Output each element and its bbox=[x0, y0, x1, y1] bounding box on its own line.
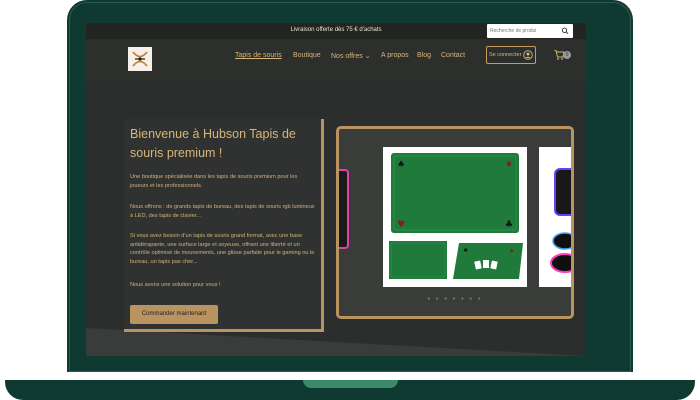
user-icon bbox=[523, 50, 533, 60]
hero-paragraph-1: Une boutique spécialisée dans les tapis … bbox=[130, 174, 298, 189]
slide-rgb-mousepad-left[interactable] bbox=[339, 169, 349, 249]
product-carousel[interactable]: ♠ ♦ ♥ ♣ ♠ ♦ ● ● ● ● ● ● ● bbox=[336, 126, 574, 319]
slide-rgb-mousepad-right[interactable] bbox=[539, 147, 571, 287]
nav-contact[interactable]: Contact bbox=[441, 52, 465, 59]
carousel-pagination[interactable]: ● ● ● ● ● ● ● bbox=[339, 296, 571, 302]
website-screen: Livraison offerte dès 75 € d'achats Tapi… bbox=[86, 23, 586, 356]
cart-button[interactable]: 0 bbox=[554, 48, 574, 62]
nav-nos-offres[interactable]: Nos offres ⌄ bbox=[331, 52, 371, 60]
slide-poker-mousepad[interactable]: ♠ ♦ ♥ ♣ ♠ ♦ bbox=[383, 147, 527, 287]
nav-tapis-de-souris[interactable]: Tapis de souris bbox=[235, 52, 282, 59]
hero-card: Bienvenue à Hubson Tapis de souris premi… bbox=[124, 119, 324, 332]
search-icon bbox=[561, 27, 569, 35]
svg-text:♥: ♥ bbox=[397, 220, 405, 230]
card-table-mat-image: ♠ ♦ ♥ ♣ ♠ ♦ bbox=[389, 153, 523, 279]
brand-logo[interactable] bbox=[128, 47, 152, 71]
logo-icon bbox=[132, 51, 148, 67]
hero-paragraph-4: Nous avons une solution pour vous ! bbox=[130, 282, 221, 288]
promo-bar: Livraison offerte dès 75 € d'achats bbox=[86, 23, 586, 39]
hero-paragraph-3: Si vous avez besoin d'un tapis de souris… bbox=[130, 233, 315, 265]
svg-text:♦: ♦ bbox=[505, 160, 513, 170]
hero-title: Bienvenue à Hubson Tapis de souris premi… bbox=[130, 127, 296, 160]
site-header: Tapis de souris Boutique Nos offres ⌄ A … bbox=[86, 39, 586, 83]
svg-text:♠: ♠ bbox=[397, 160, 405, 170]
svg-text:♣: ♣ bbox=[505, 220, 513, 230]
login-button[interactable]: Se connecter bbox=[486, 46, 536, 64]
laptop-hinge bbox=[303, 380, 398, 388]
nav-a-propos[interactable]: A propos bbox=[381, 52, 409, 59]
nav-boutique[interactable]: Boutique bbox=[293, 52, 321, 59]
hero-paragraph-2: Nous offrons : de grands tapis de bureau… bbox=[130, 204, 315, 219]
svg-text:♦: ♦ bbox=[509, 248, 514, 255]
login-label: Se connecter bbox=[489, 52, 522, 58]
rgb-mousepad-image bbox=[550, 168, 571, 273]
search-button[interactable] bbox=[557, 24, 573, 38]
order-now-button[interactable]: Commander maintenant bbox=[130, 305, 218, 324]
cart-count-badge: 0 bbox=[563, 51, 571, 59]
search-input[interactable] bbox=[490, 27, 554, 35]
search-box[interactable] bbox=[487, 24, 573, 38]
nav-blog[interactable]: Blog bbox=[417, 52, 431, 59]
svg-text:♠: ♠ bbox=[463, 247, 468, 254]
